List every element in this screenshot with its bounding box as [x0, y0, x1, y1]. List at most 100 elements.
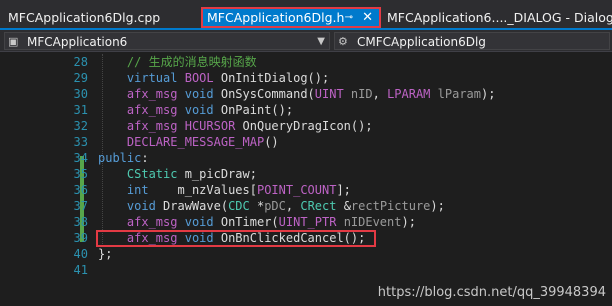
chevron-down-icon[interactable]: ▼: [317, 33, 325, 49]
code-line[interactable]: 39 afx_msg void OnBnClickedCancel();: [0, 230, 612, 246]
line-number: 33: [73, 135, 88, 149]
code-line[interactable]: 32 afx_msg HCURSOR OnQueryDragIcon();: [0, 118, 612, 134]
line-number: 32: [73, 119, 88, 133]
line-number: 29: [73, 71, 88, 85]
code-text: afx_msg void OnTimer(UINT_PTR nIDEvent);: [98, 214, 416, 230]
line-number: 30: [73, 87, 88, 101]
code-line[interactable]: 28 // 生成的消息映射函数: [0, 54, 612, 70]
code-text: // 生成的消息映射函数: [98, 54, 257, 70]
line-number: 35: [73, 167, 88, 181]
class-icon: ⚙: [338, 35, 348, 48]
code-token: OnInitDialog();: [213, 71, 330, 85]
code-token: lParam: [437, 87, 482, 101]
code-token: void: [184, 87, 214, 101]
pin-icon[interactable]: ⊸: [345, 7, 353, 28]
code-token: int: [126, 183, 149, 197]
project-dropdown[interactable]: ▣ MFCApplication6 ▼: [4, 32, 330, 50]
line-number: 41: [73, 263, 88, 277]
tab-label: MFCApplication6Dlg.h: [207, 10, 345, 25]
code-token: OnBnClickedCancel();: [213, 231, 366, 245]
code-token: };: [98, 247, 113, 261]
code-token: void: [184, 231, 214, 245]
watermark: https://blog.csdn.net/qq_39948394: [377, 285, 606, 300]
code-token: &: [336, 199, 351, 213]
code-token: CDC: [228, 199, 250, 213]
class-label: CMFCApplication6Dlg: [357, 35, 486, 49]
code-token: );: [481, 87, 496, 101]
code-text: int m_nzValues[POINT_COUNT];: [98, 182, 351, 198]
code-text: afx_msg void OnBnClickedCancel();: [98, 230, 365, 246]
code-token: DECLARE_MESSAGE_MAP: [126, 135, 265, 149]
code-token: ];: [336, 183, 351, 197]
code-token: pDC: [264, 199, 286, 213]
code-token: ,: [285, 199, 301, 213]
code-token: CStatic: [126, 167, 178, 181]
code-token: );: [430, 199, 445, 213]
document-tab-bar: MFCApplication6Dlg.cpp MFCApplication6Dl…: [0, 0, 612, 30]
tab-mfcapplication6dlg-h[interactable]: MFCApplication6Dlg.h ⊸ ✕: [201, 7, 381, 28]
code-token: m_picDraw;: [177, 167, 257, 181]
code-token: rectPicture: [350, 199, 431, 213]
code-token: afx_msg: [126, 231, 178, 245]
code-token: DrawWave(: [155, 199, 229, 213]
code-text: afx_msg void OnPaint();: [98, 102, 293, 118]
code-token: void: [126, 199, 156, 213]
code-text: CStatic m_picDraw;: [98, 166, 257, 182]
line-number: 39: [73, 231, 88, 245]
code-line[interactable]: 35 CStatic m_picDraw;: [0, 166, 612, 182]
code-line[interactable]: 40};: [0, 246, 612, 262]
class-dropdown[interactable]: ⚙ CMFCApplication6Dlg: [334, 32, 610, 50]
code-token: afx_msg: [126, 87, 178, 101]
project-icon: ▣: [8, 35, 19, 48]
code-token: m_nzValues[: [148, 183, 257, 197]
line-number: 34: [73, 151, 88, 165]
code-line[interactable]: 37 void DrawWave(CDC *pDC, CRect &rectPi…: [0, 198, 612, 214]
code-token: CRect: [300, 199, 337, 213]
code-token: POINT_COUNT: [256, 183, 337, 197]
line-number: 40: [73, 247, 88, 261]
code-line[interactable]: 31 afx_msg void OnPaint();: [0, 102, 612, 118]
code-token: OnSysCommand(: [213, 87, 315, 101]
project-label: MFCApplication6: [27, 35, 128, 49]
code-line[interactable]: 29 virtual BOOL OnInitDialog();: [0, 70, 612, 86]
code-text: public:: [98, 150, 149, 166]
code-line[interactable]: 33 DECLARE_MESSAGE_MAP(): [0, 134, 612, 150]
line-number: 36: [73, 183, 88, 197]
code-token: UINT: [314, 87, 344, 101]
code-token: LPARAM: [387, 87, 431, 101]
navigation-bar: ▣ MFCApplication6 ▼ ⚙ CMFCApplication6Dl…: [0, 30, 612, 52]
code-token: (): [264, 135, 279, 149]
code-token: afx_msg: [126, 103, 178, 117]
code-token: nID: [350, 87, 373, 101]
code-token: void: [184, 103, 214, 117]
code-line[interactable]: 30 afx_msg void OnSysCommand(UINT nID, L…: [0, 86, 612, 102]
line-number: 28: [73, 55, 88, 69]
code-token: void: [184, 215, 214, 229]
code-editor[interactable]: 28 // 生成的消息映射函数 29 virtual BOOL OnInitDia…: [0, 52, 612, 306]
close-icon[interactable]: ✕: [362, 7, 373, 28]
tab-dialog-resource[interactable]: MFCApplication6...._DIALOG - Dialog: [385, 7, 612, 28]
code-text: afx_msg void OnSysCommand(UINT nID, LPAR…: [98, 86, 496, 102]
tab-label: MFCApplication6...._DIALOG - Dialog: [387, 10, 612, 25]
code-line[interactable]: 34 public:: [0, 150, 612, 166]
code-token: ,: [372, 87, 388, 101]
code-token: UINT_PTR: [278, 215, 337, 229]
code-token: :: [141, 151, 149, 165]
code-token: );: [401, 215, 416, 229]
code-line[interactable]: 41: [0, 262, 612, 278]
code-line[interactable]: 36 int m_nzValues[POINT_COUNT];: [0, 182, 612, 198]
code-line[interactable]: 38 afx_msg void OnTimer(UINT_PTR nIDEven…: [0, 214, 612, 230]
tab-mfcapplication6dlg-cpp[interactable]: MFCApplication6Dlg.cpp: [2, 7, 204, 28]
